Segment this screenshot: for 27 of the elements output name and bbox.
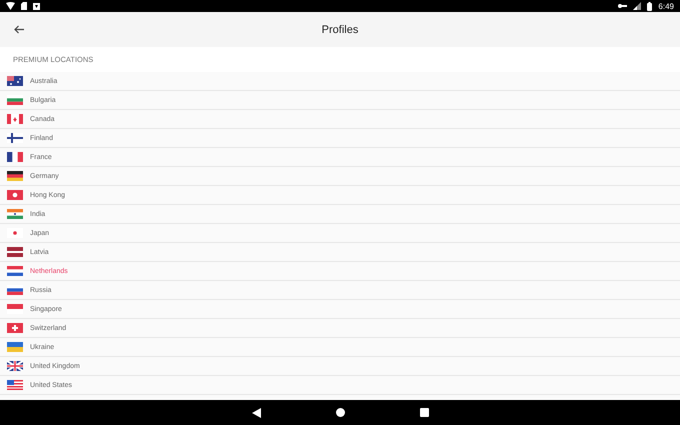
netherlands-flag-icon: [7, 266, 23, 276]
ukraine-flag-icon: [7, 342, 23, 352]
triangle-icon: [252, 408, 260, 418]
clock-time: 6:49: [658, 2, 674, 10]
switzerland-flag-icon: [7, 323, 23, 333]
finland-flag-icon: [7, 133, 23, 143]
sd-card-icon: [21, 2, 27, 10]
home-button[interactable]: [336, 408, 344, 417]
wifi-icon: [6, 2, 15, 10]
square-icon: [420, 408, 428, 417]
united-kingdom-flag-icon: [7, 361, 23, 371]
signal-icon: [633, 2, 642, 10]
latvia-flag-icon: [7, 247, 23, 257]
key-icon: [618, 3, 628, 9]
screen-title: Profiles: [322, 24, 358, 36]
germany-flag-icon: [7, 171, 23, 181]
canada-flag-icon: [7, 114, 23, 124]
circle-icon: [336, 408, 344, 417]
france-flag-icon: [7, 152, 23, 162]
united-states-flag-icon: [7, 380, 23, 390]
hong-kong-flag-icon: [7, 190, 23, 200]
back-nav-button[interactable]: [252, 408, 260, 418]
back-arrow-icon: [14, 25, 24, 34]
australia-flag-icon: [7, 76, 23, 86]
download-icon: [33, 2, 40, 10]
india-flag-icon: [7, 209, 23, 219]
recents-button[interactable]: [420, 408, 428, 417]
